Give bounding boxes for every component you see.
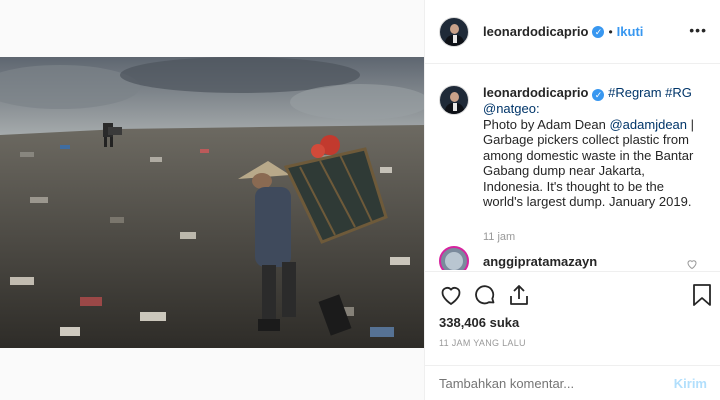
- verified-badge-icon: ✓: [592, 25, 605, 38]
- post-media-area: [0, 0, 424, 400]
- caption-username[interactable]: leonardodicaprio: [483, 85, 588, 100]
- caption-mention-natgeo[interactable]: @natgeo:: [483, 101, 540, 116]
- author-avatar[interactable]: [439, 16, 469, 47]
- caption-body: Garbage pickers collect plastic from amo…: [483, 132, 694, 209]
- post-side-panel: leonardodicaprio ✓ • Ikuti ••• leonardod…: [424, 0, 720, 400]
- comment-item: anggipratamazayn: [439, 246, 597, 270]
- post-timestamp[interactable]: 11 JAM YANG LALU: [439, 338, 526, 348]
- author-username[interactable]: leonardodicaprio: [483, 24, 588, 39]
- commenter-avatar[interactable]: [439, 246, 469, 270]
- like-count[interactable]: 338,406 suka: [439, 315, 519, 330]
- share-icon[interactable]: [507, 283, 531, 312]
- verified-badge-icon: ✓: [592, 89, 605, 101]
- post-photo[interactable]: [0, 57, 424, 348]
- action-icons: [439, 283, 531, 312]
- caption-time: 11 jam: [483, 231, 516, 243]
- caption-avatar[interactable]: [439, 85, 469, 115]
- bookmark-icon[interactable]: [691, 283, 713, 312]
- comment-icon[interactable]: [473, 283, 497, 312]
- add-comment-bar: Kirim: [425, 365, 720, 400]
- comments-section[interactable]: leonardodicaprio ✓ #Regram #RG @natgeo: P…: [425, 65, 720, 270]
- caption-text: leonardodicaprio ✓ #Regram #RG @natgeo: P…: [483, 85, 707, 210]
- caption-block: leonardodicaprio ✓ #Regram #RG @natgeo: P…: [439, 85, 709, 210]
- follow-button[interactable]: Ikuti: [617, 24, 644, 39]
- caption-hashtags[interactable]: #Regram #RG: [608, 85, 692, 100]
- post-actions: 338,406 suka 11 JAM YANG LALU Kirim: [425, 271, 720, 400]
- heart-icon[interactable]: [439, 283, 463, 312]
- comment-input[interactable]: [439, 376, 674, 391]
- caption-mention-photographer[interactable]: @adamjdean: [609, 117, 687, 132]
- more-options-icon[interactable]: •••: [689, 22, 707, 38]
- post-header: leonardodicaprio ✓ • Ikuti •••: [425, 0, 720, 64]
- separator-dot: •: [608, 24, 613, 39]
- commenter-username[interactable]: anggipratamazayn: [483, 254, 597, 269]
- caption-photo-credit: Photo by Adam Dean: [483, 116, 610, 132]
- instagram-post-modal: leonardodicaprio ✓ • Ikuti ••• leonardod…: [0, 0, 720, 400]
- send-comment-button[interactable]: Kirim: [674, 376, 707, 391]
- landfill-photo-illustration: [0, 57, 424, 348]
- caption-credit-tail: |: [687, 116, 695, 132]
